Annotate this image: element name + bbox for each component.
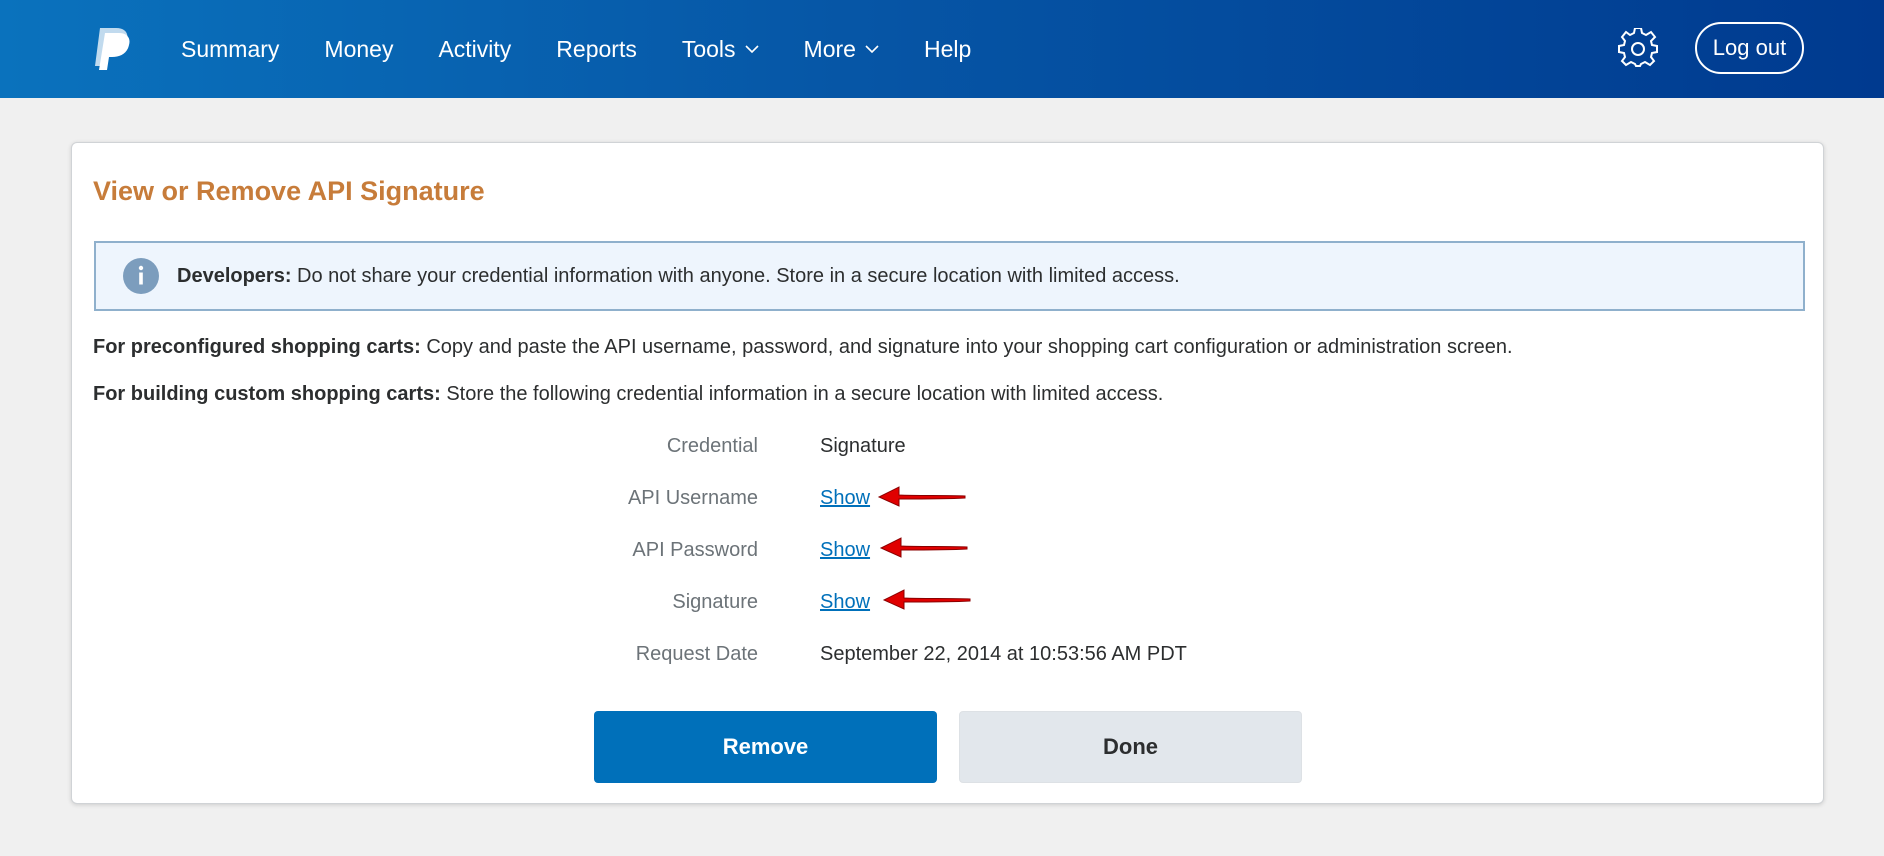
red-arrow-annotation-icon [882,589,971,610]
nav-activity-label: Activity [438,35,512,62]
nav-reports[interactable]: Reports [556,36,637,63]
api-password-label: API Password [632,539,758,561]
api-password-show-link[interactable]: Show [820,539,870,562]
request-date-row: Request Date September 22, 2014 at 10:53… [72,643,1825,673]
nav-more-label: More [803,35,856,62]
nav-summary[interactable]: Summary [181,36,279,63]
preconfigured-bold: For preconfigured shopping carts: [93,336,421,358]
notice-text: Developers: Do not share your credential… [177,265,1180,288]
api-signature-card: View or Remove API Signature Developers:… [71,142,1824,804]
api-username-row: API Username Show [72,486,1825,517]
nav-tools-label: Tools [681,35,736,62]
custom-carts-text: For building custom shopping carts: Stor… [93,383,1163,406]
request-date-value: September 22, 2014 at 10:53:56 AM PDT [820,643,1187,665]
nav-help-label: Help [923,35,972,62]
page-title: View or Remove API Signature [93,176,485,206]
signature-show-link[interactable]: Show [820,591,870,614]
preconfigured-carts-text: For preconfigured shopping carts: Copy a… [93,336,1513,359]
chevron-down-icon [744,45,759,54]
nav-more[interactable]: More [804,36,879,63]
nav-help[interactable]: Help [924,36,971,63]
done-button[interactable]: Done [959,711,1302,783]
notice-bold: Developers: [177,265,292,287]
paypal-logo-icon[interactable] [92,28,132,70]
chevron-down-icon [865,45,879,54]
red-arrow-annotation-icon [879,537,968,558]
custom-body: Store the following credential informati… [440,383,1164,405]
remove-button[interactable]: Remove [594,711,937,783]
api-username-show-link[interactable]: Show [820,487,870,510]
nav-summary-label: Summary [181,35,280,62]
red-arrow-annotation-icon [877,486,966,507]
credential-row: Credential Signature [72,435,1825,465]
custom-bold: For building custom shopping carts: [93,383,441,405]
gear-icon[interactable] [1617,28,1659,70]
nav-activity[interactable]: Activity [438,36,511,63]
signature-label: Signature [672,591,758,613]
api-username-label: API Username [627,487,758,509]
signature-row: Signature Show [72,589,1825,621]
credential-label: Credential [666,435,758,457]
logout-button[interactable]: Log out [1695,22,1804,74]
nav-tools[interactable]: Tools [682,36,759,63]
developer-notice: Developers: Do not share your credential… [94,241,1805,311]
credential-value: Signature [820,435,906,457]
request-date-label: Request Date [635,643,758,665]
main-nav: Summary Money Activity Reports Tools Mor… [181,0,1016,98]
nav-money[interactable]: Money [324,36,393,63]
top-navigation-bar: Summary Money Activity Reports Tools Mor… [0,0,1884,98]
info-icon [123,258,159,294]
preconfigured-body: Copy and paste the API username, passwor… [420,336,1513,358]
api-password-row: API Password Show [72,537,1825,569]
notice-body: Do not share your credential information… [291,265,1180,287]
nav-money-label: Money [324,35,394,62]
nav-reports-label: Reports [556,35,637,62]
